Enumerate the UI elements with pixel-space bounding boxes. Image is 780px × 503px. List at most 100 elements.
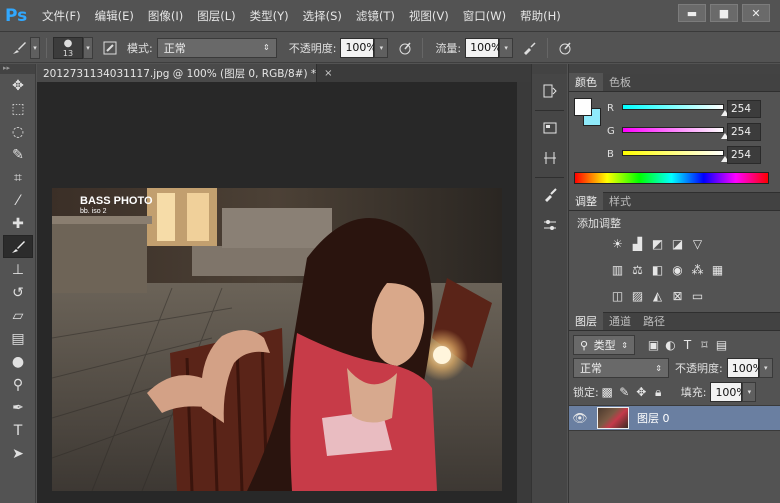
fill-input[interactable]: 100%: [710, 382, 747, 402]
history-panel-icon[interactable]: [535, 78, 565, 104]
document-canvas-image[interactable]: BASS PHOTO bb. iso 2: [52, 188, 502, 491]
lasso-tool-icon[interactable]: ◌: [3, 120, 33, 143]
blue-slider[interactable]: [622, 150, 724, 156]
tab-styles[interactable]: 样式: [603, 192, 637, 210]
history-brush-tool-icon[interactable]: ↺: [3, 281, 33, 304]
crop-tool-icon[interactable]: ⌗: [3, 166, 33, 189]
curves-icon[interactable]: ◩: [649, 235, 666, 252]
document-tab[interactable]: 2012731134031117.jpg @ 100% (图层 0, RGB/8…: [37, 64, 333, 82]
menu-image[interactable]: 图像(I): [141, 8, 190, 24]
invert-icon[interactable]: ◫: [609, 287, 626, 304]
layer-filter-select[interactable]: ⚲ 类型 ⇕: [573, 335, 635, 355]
menu-type[interactable]: 类型(Y): [243, 8, 296, 24]
filter-shape-icon[interactable]: ⌑: [696, 337, 713, 354]
brush-presets-panel-icon[interactable]: [535, 182, 565, 208]
quick-selection-tool-icon[interactable]: ✎: [3, 143, 33, 166]
dodge-tool-icon[interactable]: ⚲: [3, 373, 33, 396]
opacity-dropdown[interactable]: ▾: [374, 37, 389, 58]
filter-type-icon[interactable]: T: [679, 337, 696, 354]
fill-dropdown[interactable]: ▾: [742, 382, 757, 402]
brush-tool-icon[interactable]: [3, 235, 33, 258]
posterize-icon[interactable]: ▨: [629, 287, 646, 304]
red-value-input[interactable]: 254: [727, 100, 761, 118]
tab-adjustments[interactable]: 调整: [569, 192, 603, 210]
lock-pixels-icon[interactable]: ✎: [616, 384, 633, 401]
channel-mixer-icon[interactable]: ⁂: [689, 261, 706, 278]
menu-select[interactable]: 选择(S): [296, 8, 349, 24]
filter-pixel-icon[interactable]: ▣: [645, 337, 662, 354]
pressure-opacity-icon[interactable]: [394, 37, 416, 59]
minimize-button[interactable]: ▬: [678, 4, 706, 22]
threshold-icon[interactable]: ◭: [649, 287, 666, 304]
color-lookup-icon[interactable]: ▦: [709, 261, 726, 278]
marquee-tool-icon[interactable]: ⬚: [3, 97, 33, 120]
black-white-icon[interactable]: ◧: [649, 261, 666, 278]
levels-icon[interactable]: ▟: [629, 235, 646, 252]
tab-swatches[interactable]: 色板: [603, 73, 637, 91]
menu-view[interactable]: 视图(V): [402, 8, 456, 24]
foreground-color-swatch[interactable]: [574, 98, 592, 116]
flow-input[interactable]: 100%: [465, 37, 502, 58]
brush-panel-toggle-icon[interactable]: [99, 37, 121, 59]
clone-stamp-tool-icon[interactable]: ⊥: [3, 258, 33, 281]
close-button[interactable]: ✕: [742, 4, 770, 22]
lock-position-icon[interactable]: ✥: [633, 384, 650, 401]
healing-brush-tool-icon[interactable]: ✚: [3, 212, 33, 235]
menu-edit[interactable]: 编辑(E): [88, 8, 141, 24]
photo-filter-icon[interactable]: ◉: [669, 261, 686, 278]
tab-layers[interactable]: 图层: [569, 312, 603, 330]
filter-smart-object-icon[interactable]: ▤: [713, 337, 730, 354]
blend-mode-select[interactable]: 正常 ⇕: [573, 358, 669, 378]
eraser-tool-icon[interactable]: ▱: [3, 304, 33, 327]
tab-color[interactable]: 颜色: [569, 73, 603, 91]
blur-tool-icon[interactable]: ●: [3, 350, 33, 373]
airbrush-icon[interactable]: [519, 37, 541, 59]
vibrance-icon[interactable]: ▽: [689, 235, 706, 252]
properties-panel-icon[interactable]: [535, 115, 565, 141]
gradient-map-icon[interactable]: ▭: [689, 287, 706, 304]
mode-select[interactable]: 正常 ⇕: [156, 37, 277, 58]
layer-name[interactable]: 图层 0: [637, 410, 670, 426]
brush-size-picker[interactable]: ● 13: [53, 36, 83, 59]
move-tool-icon[interactable]: ✥: [3, 74, 33, 97]
green-slider[interactable]: [622, 127, 724, 133]
layer-opacity-input[interactable]: 100%: [726, 358, 763, 378]
layer-row[interactable]: 👁︎ 图层 0: [569, 405, 780, 431]
maximize-button[interactable]: ■: [710, 4, 738, 22]
canvas-scrollbar[interactable]: [517, 82, 531, 503]
lock-all-icon[interactable]: 🔒︎: [650, 384, 667, 401]
filter-adjustment-icon[interactable]: ◐: [662, 337, 679, 354]
tab-paths[interactable]: 路径: [637, 312, 671, 330]
flow-dropdown[interactable]: ▾: [499, 37, 514, 58]
selective-color-icon[interactable]: ⊠: [669, 287, 686, 304]
toolbar-grip[interactable]: ▸▸: [0, 64, 35, 74]
eye-icon[interactable]: 👁︎: [569, 411, 591, 425]
close-document-icon[interactable]: ×: [324, 68, 332, 79]
hue-saturation-icon[interactable]: ▥: [609, 261, 626, 278]
red-slider[interactable]: [622, 104, 724, 110]
brush-tool-preset-icon[interactable]: [8, 37, 30, 59]
pressure-size-icon[interactable]: [554, 37, 576, 59]
exposure-icon[interactable]: ◪: [669, 235, 686, 252]
brush-panel-icon[interactable]: [535, 212, 565, 238]
pen-tool-icon[interactable]: ✒: [3, 396, 33, 419]
tab-channels[interactable]: 通道: [603, 312, 637, 330]
path-selection-tool-icon[interactable]: ➤: [3, 442, 33, 465]
menu-help[interactable]: 帮助(H): [513, 8, 568, 24]
brightness-contrast-icon[interactable]: ☀: [609, 235, 626, 252]
opacity-input[interactable]: 100%: [340, 37, 377, 58]
layer-opacity-dropdown[interactable]: ▾: [758, 358, 773, 378]
menu-layer[interactable]: 图层(L): [190, 8, 242, 24]
color-balance-icon[interactable]: ⚖: [629, 261, 646, 278]
type-tool-icon[interactable]: T: [3, 419, 33, 442]
blue-value-input[interactable]: 254: [727, 146, 761, 164]
info-panel-icon[interactable]: [535, 145, 565, 171]
eyedropper-tool-icon[interactable]: ⁄: [3, 189, 33, 212]
dock-grip[interactable]: [532, 64, 567, 74]
lock-transparent-icon[interactable]: ▩: [599, 384, 616, 401]
menu-window[interactable]: 窗口(W): [456, 8, 513, 24]
menu-file[interactable]: 文件(F): [35, 8, 88, 24]
tool-preset-dropdown[interactable]: ▾: [30, 36, 40, 59]
gradient-tool-icon[interactable]: ▤: [3, 327, 33, 350]
brush-preset-dropdown[interactable]: ▾: [83, 36, 93, 59]
